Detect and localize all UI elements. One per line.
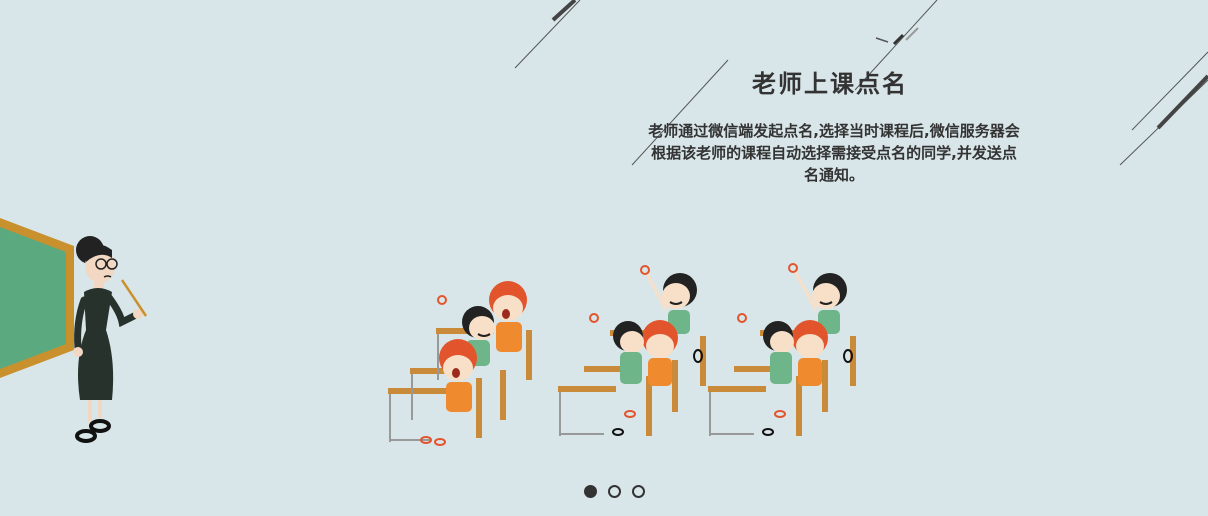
carousel-dot-2[interactable] bbox=[608, 485, 621, 498]
carousel-pager bbox=[584, 485, 645, 498]
teacher-figure bbox=[73, 236, 148, 443]
carousel-dot-1[interactable] bbox=[584, 485, 597, 498]
banner-slide: 老师上课点名 老师通过微信端发起点名,选择当时课程后,微信服务器会根据该老师的课… bbox=[0, 0, 1208, 516]
chalkboard-image bbox=[0, 218, 74, 378]
student-group-right bbox=[708, 263, 856, 436]
classroom-illustration bbox=[0, 218, 856, 446]
student-group-middle bbox=[558, 265, 706, 436]
student-group-left bbox=[388, 281, 532, 446]
carousel-dot-3[interactable] bbox=[632, 485, 645, 498]
